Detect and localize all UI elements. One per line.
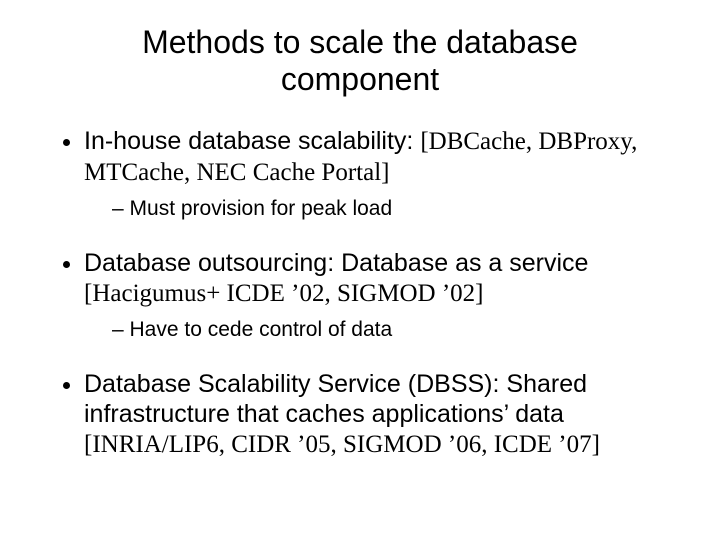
title-line-1: Methods to scale the database <box>142 24 578 60</box>
list-item: Database Scalability Service (DBSS): Sha… <box>84 369 670 460</box>
sub-list-item: Must provision for peak load <box>112 196 670 222</box>
bullet-lead: Database outsourcing: Database as a serv… <box>84 249 588 277</box>
bullet-reference: [Hacigumus+ ICDE ’02, SIGMOD ’02] <box>84 280 483 307</box>
bullet-lead: Database Scalability Service (DBSS): Sha… <box>84 370 587 428</box>
bullet-reference: [INRIA/LIP6, CIDR ’05, SIGMOD ’06, ICDE … <box>84 431 600 458</box>
bullet-lead: In-house database scalability: <box>84 127 420 155</box>
slide: Methods to scale the database component … <box>0 0 720 540</box>
sub-list: Must provision for peak load <box>84 196 670 222</box>
slide-title: Methods to scale the database component <box>90 24 630 98</box>
list-item: In-house database scalability: [DBCache,… <box>84 126 670 222</box>
sub-list: Have to cede control of data <box>84 317 670 343</box>
sub-list-item: Have to cede control of data <box>112 317 670 343</box>
bullet-list: In-house database scalability: [DBCache,… <box>50 126 670 461</box>
list-item: Database outsourcing: Database as a serv… <box>84 248 670 343</box>
title-line-2: component <box>281 61 439 97</box>
